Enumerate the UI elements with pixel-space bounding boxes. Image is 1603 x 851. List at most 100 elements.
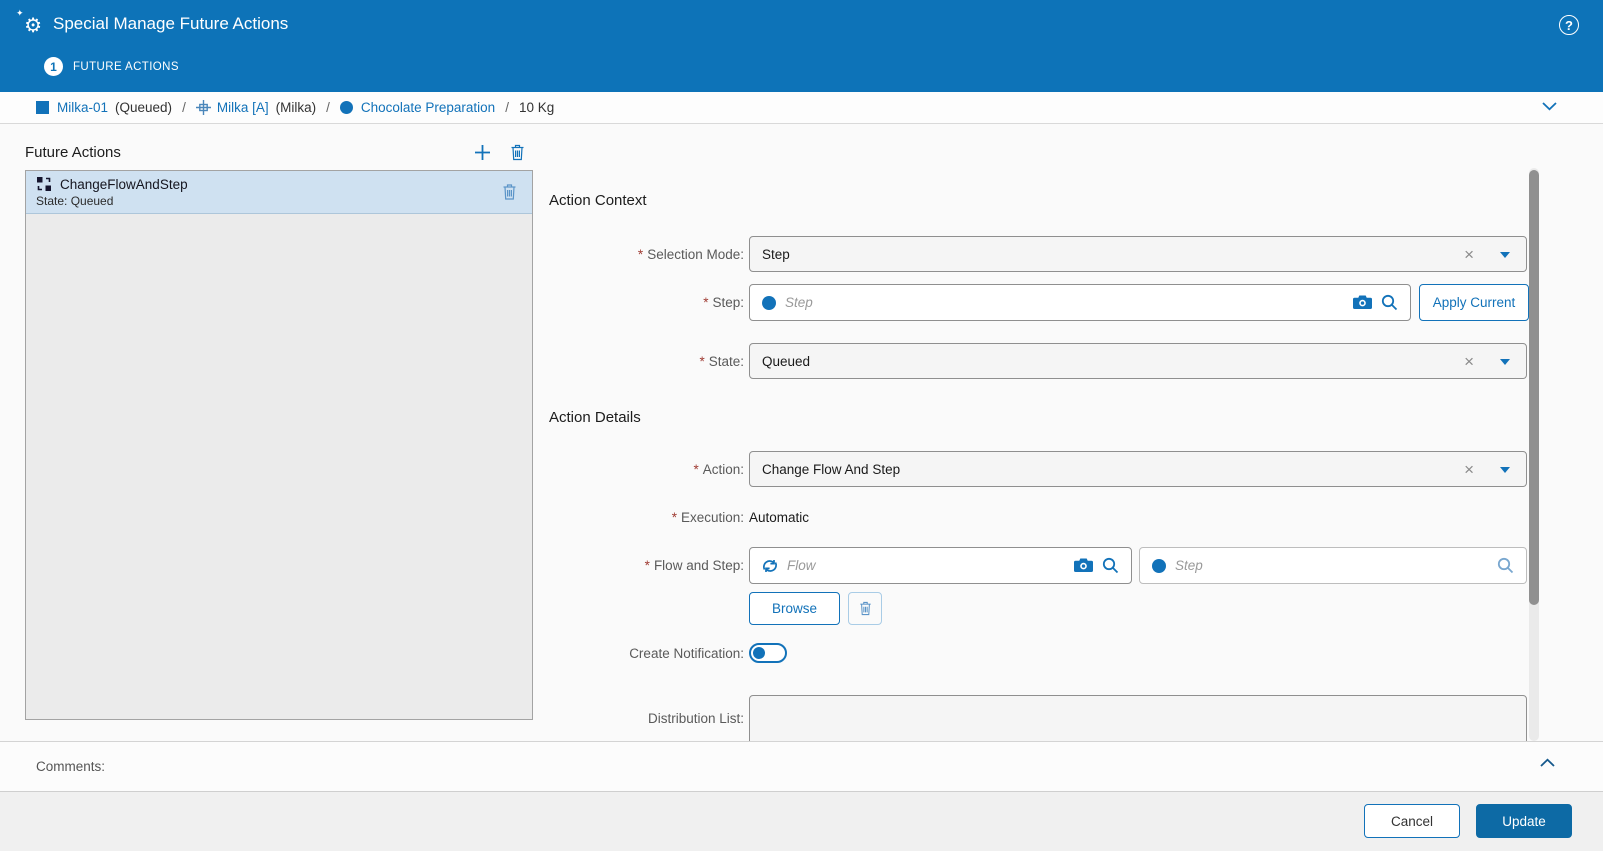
flow-step-input[interactable] xyxy=(1175,558,1488,573)
quantity-text: 10 Kg xyxy=(518,100,555,115)
execution-value: Automatic xyxy=(749,510,810,525)
breadcrumb-separator: / xyxy=(326,100,330,115)
required-marker: * xyxy=(671,510,677,525)
state-value: Queued xyxy=(762,353,811,369)
gear-icon: ⚙ xyxy=(24,15,42,37)
flow-input[interactable] xyxy=(787,558,1065,573)
breadcrumb-link-material[interactable]: Milka-01 xyxy=(57,100,108,115)
action-select[interactable]: Change Flow And Step × xyxy=(749,451,1527,487)
breadcrumb-separator: / xyxy=(182,100,186,115)
camera-icon[interactable] xyxy=(1353,295,1372,310)
search-icon[interactable] xyxy=(1102,557,1119,574)
step-circle-icon xyxy=(1152,558,1166,573)
required-marker: * xyxy=(637,246,644,262)
breadcrumb-link-step[interactable]: Chocolate Preparation xyxy=(361,100,495,115)
required-marker: * xyxy=(699,353,705,369)
trash-icon xyxy=(503,184,516,200)
chevron-down-icon[interactable] xyxy=(1542,102,1557,111)
selection-mode-row: * Selection Mode: Step × xyxy=(549,236,1529,272)
titlebar: ✦ ⚙ Special Manage Future Actions ? 1 FU… xyxy=(0,0,1603,92)
create-notification-label: Create Notification: xyxy=(629,646,744,661)
list-item-row: ChangeFlowAndStep xyxy=(36,176,522,192)
camera-icon[interactable] xyxy=(1074,558,1093,573)
step-circle-icon xyxy=(339,101,353,114)
step-row: * Step: Apply Current xyxy=(549,284,1529,321)
change-flow-and-step-icon xyxy=(36,176,52,192)
list-item-changeflowandstep[interactable]: ChangeFlowAndStep State: Queued xyxy=(26,171,532,214)
future-actions-list: ChangeFlowAndStep State: Queued xyxy=(25,170,533,720)
wizard-step-future-actions[interactable]: 1 FUTURE ACTIONS xyxy=(44,57,179,76)
comments-label: Comments: xyxy=(36,759,106,774)
step-label: FUTURE ACTIONS xyxy=(73,60,179,73)
search-icon[interactable] xyxy=(1381,294,1398,311)
special-manage-future-actions-dialog: ✦ ⚙ Special Manage Future Actions ? 1 FU… xyxy=(0,0,1603,851)
flow-and-step-label: * Flow and Step: xyxy=(644,558,744,573)
list-toolbar xyxy=(474,144,533,161)
cancel-button[interactable]: Cancel xyxy=(1364,804,1460,838)
state-select[interactable]: Queued × xyxy=(749,343,1527,379)
distribution-list-label: Distribution List: xyxy=(647,710,744,726)
required-marker: * xyxy=(703,295,709,310)
chevron-down-icon[interactable] xyxy=(1500,358,1510,370)
clear-icon[interactable]: × xyxy=(1464,353,1474,370)
scrollbar-thumb[interactable] xyxy=(1529,170,1539,605)
page-title: Special Manage Future Actions xyxy=(53,13,289,33)
chevron-down-icon[interactable] xyxy=(1500,466,1510,478)
browse-button[interactable]: Browse xyxy=(749,592,840,625)
help-icon[interactable]: ? xyxy=(1559,15,1579,35)
create-notification-toggle[interactable] xyxy=(749,643,787,663)
selection-mode-label: * Selection Mode: xyxy=(637,246,744,262)
step-picker[interactable] xyxy=(749,284,1411,321)
action-label: * Action: xyxy=(693,461,744,477)
state-label: * State: xyxy=(699,353,744,369)
update-button[interactable]: Update xyxy=(1476,804,1572,838)
action-value: Change Flow And Step xyxy=(762,461,901,477)
distribution-list-input[interactable] xyxy=(749,695,1527,741)
create-notification-row: Create Notification: xyxy=(549,640,1529,667)
delete-action-button[interactable] xyxy=(502,184,517,201)
step-input[interactable] xyxy=(785,295,1344,310)
sparkle-icon: ✦ xyxy=(16,8,24,18)
flow-icon xyxy=(195,100,211,115)
title-group: ✦ ⚙ Special Manage Future Actions xyxy=(16,8,289,37)
trash-icon xyxy=(511,144,524,161)
distribution-list-row: Distribution List: xyxy=(549,695,1529,741)
vertical-scrollbar[interactable] xyxy=(1529,168,1539,741)
required-marker: * xyxy=(644,558,650,573)
clear-icon[interactable]: × xyxy=(1464,461,1474,478)
comments-bar: Comments: xyxy=(0,741,1603,792)
material-square-icon xyxy=(36,101,49,114)
action-name: ChangeFlowAndStep xyxy=(60,176,188,192)
required-marker: * xyxy=(693,461,699,477)
state-row: * State: Queued × xyxy=(549,343,1529,379)
delete-all-actions-button[interactable] xyxy=(510,144,525,161)
breadcrumb-separator: / xyxy=(505,100,509,115)
flow-icon xyxy=(762,559,778,573)
future-actions-list-title: Future Actions xyxy=(25,144,121,161)
flow-and-step-row: * Flow and Step: xyxy=(549,547,1529,584)
clear-icon[interactable]: × xyxy=(1464,246,1474,263)
step-number-badge: 1 xyxy=(44,57,63,76)
help-glyph: ? xyxy=(1565,17,1573,33)
footer: Cancel Update xyxy=(0,792,1603,851)
selection-mode-select[interactable]: Step × xyxy=(749,236,1527,272)
toggle-knob xyxy=(753,647,765,659)
search-icon[interactable] xyxy=(1497,557,1514,574)
flow-picker[interactable] xyxy=(749,547,1132,584)
action-row: * Action: Change Flow And Step × xyxy=(549,451,1529,487)
add-action-button[interactable] xyxy=(474,144,491,161)
execution-label: * Execution: xyxy=(671,510,744,525)
future-actions-panel-header: Future Actions xyxy=(25,144,533,161)
flow-step-picker[interactable] xyxy=(1139,547,1527,584)
material-state-text: (Queued) xyxy=(115,100,173,115)
apply-current-button[interactable]: Apply Current xyxy=(1419,284,1529,321)
breadcrumb: Milka-01 (Queued) / Milka [A] (Milka) / … xyxy=(0,92,1603,124)
clear-flow-step-button[interactable] xyxy=(848,592,882,625)
step-label: * Step: xyxy=(703,295,744,310)
action-details-heading: Action Details xyxy=(549,409,641,426)
trash-icon xyxy=(859,601,871,616)
breadcrumb-link-flow[interactable]: Milka [A] xyxy=(217,100,269,115)
chevron-down-icon[interactable] xyxy=(1500,251,1510,263)
flow-name-text: (Milka) xyxy=(275,100,317,115)
chevron-up-icon[interactable] xyxy=(1540,758,1555,767)
